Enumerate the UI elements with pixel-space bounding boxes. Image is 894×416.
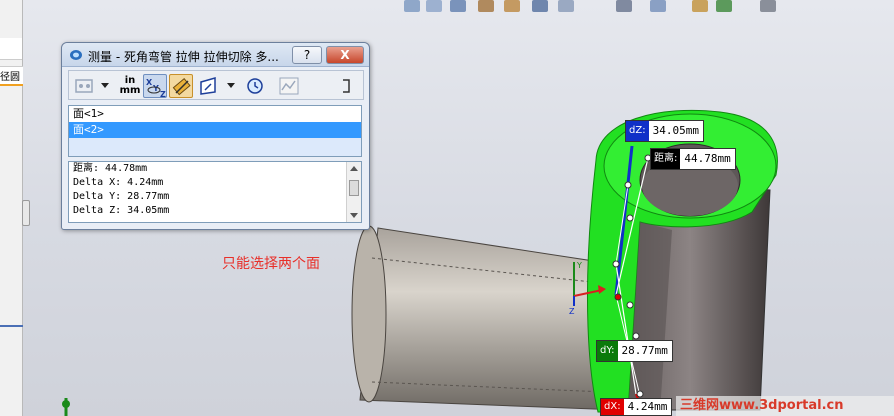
arc-options-icon [75,79,93,93]
triad-z-label: Z [569,307,575,316]
dx-value: 4.24mm [627,400,668,413]
xyz-measure-icon: X Y Z [146,78,166,99]
dy-dimension-label[interactable]: dY: 28.77mm [596,340,673,362]
selection-empty-slot[interactable] [69,138,361,156]
dy-value: 28.77mm [621,344,668,357]
history-button[interactable] [243,74,267,98]
dx-dimension-label[interactable]: dX: 4.24mm [600,398,673,416]
show-xyz-measurements-button[interactable]: X Y Z [143,74,167,99]
help-button[interactable]: ? [292,46,322,64]
annotation-note: 只能选择两个面 [222,256,320,272]
result-delta-x: Delta X: 4.24mm [73,177,164,188]
scroll-up-icon[interactable] [350,166,358,171]
point-to-point-icon [172,77,191,96]
measure-toolbar: in mm X Y Z [68,70,364,100]
watermark: 三维网www.3dportal.cn [676,396,894,416]
history-icon [247,78,263,94]
dx-tag: dX: [601,399,624,415]
triad-y-label: Y [576,261,582,270]
measure-window[interactable]: 测量 - 死角弯管 拉伸 拉伸切除 多... ? X in mm X Y Z 面… [61,42,370,230]
distance-tag: 距离: [651,149,681,169]
selection-list[interactable]: 面<1> 面<2> [68,105,362,157]
close-button[interactable]: X [326,46,364,64]
scroll-down-icon[interactable] [350,213,358,218]
collapse-icon [343,79,350,93]
arc-circle-options-button[interactable] [73,74,97,98]
projection-dropdown-icon[interactable] [227,83,235,88]
selection-item-face-2[interactable]: 面<2> [69,122,361,138]
point-to-point-button[interactable] [169,74,193,98]
distance-dimension-label[interactable]: 距离: 44.78mm [650,148,736,170]
reference-triad [62,398,70,416]
svg-text:Y: Y [152,84,159,93]
sensor-button[interactable] [277,74,301,98]
svg-text:Z: Z [160,90,166,99]
distance-value: 44.78mm [684,152,731,165]
selection-item-face-1[interactable]: 面<1> [69,106,361,122]
result-delta-z: Delta Z: 34.05mm [73,205,170,216]
units-precision-button[interactable]: in mm [119,74,141,98]
measure-window-title: 测量 - 死角弯管 拉伸 拉伸切除 多... [88,50,279,64]
results-scrollbar[interactable] [346,162,361,222]
dz-value: 34.05mm [652,124,699,137]
measurement-results: 距离: 44.78mm Delta X: 4.24mm Delta Y: 28.… [68,161,362,223]
result-distance: 距离: 44.78mm [73,163,148,174]
sensor-icon [279,77,299,95]
result-delta-y: Delta Y: 28.77mm [73,191,170,202]
svg-text:X: X [146,78,153,87]
arc-options-dropdown-icon[interactable] [101,83,109,88]
projection-button[interactable] [197,74,221,98]
dy-tag: dY: [597,341,618,361]
dz-tag: dZ: [626,121,649,141]
horizontal-pipe[interactable] [351,225,621,411]
scroll-thumb[interactable] [349,180,359,196]
measure-window-titlebar[interactable]: 测量 - 死角弯管 拉伸 拉伸切除 多... ? X [62,43,369,67]
dz-dimension-label[interactable]: dZ: 34.05mm [625,120,704,142]
projection-icon [200,77,216,95]
measure-icon [70,50,82,60]
collapse-dialog-button[interactable] [337,74,357,98]
